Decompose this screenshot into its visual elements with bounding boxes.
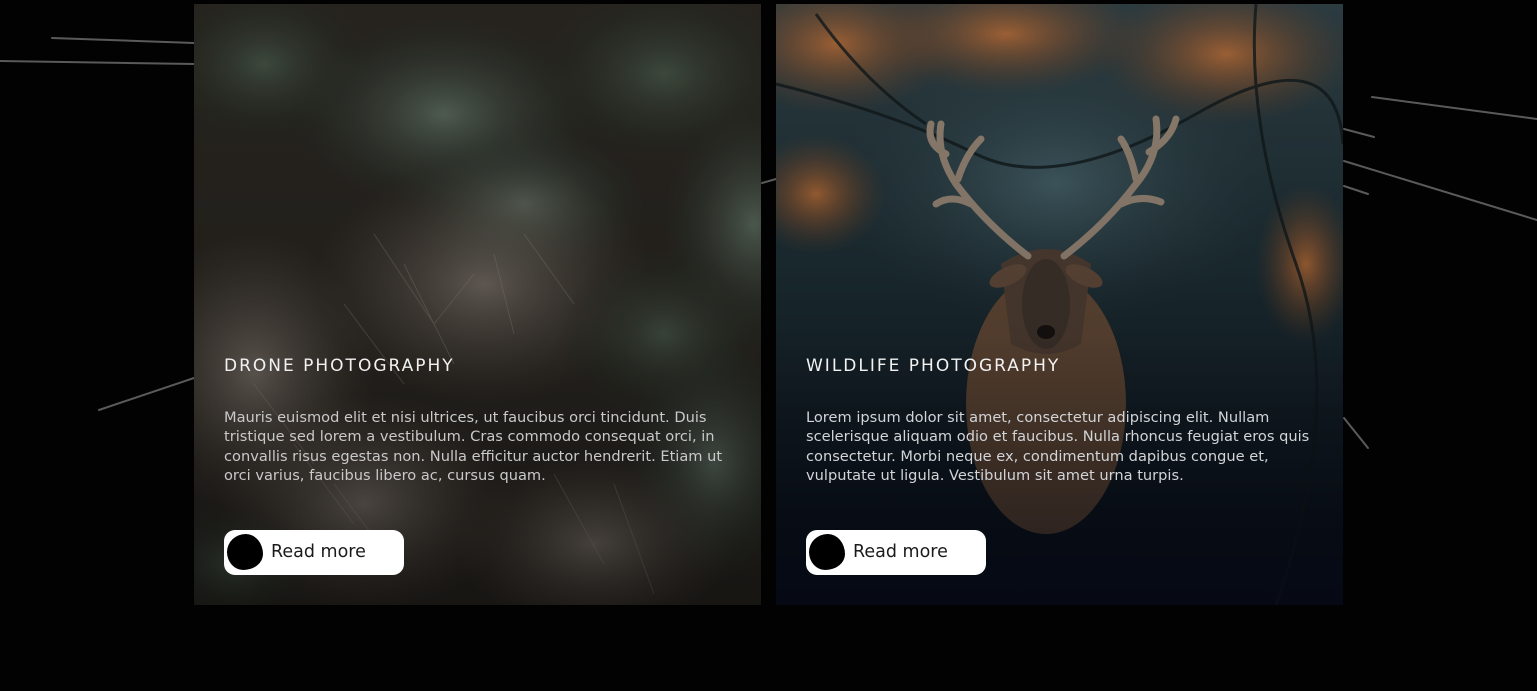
read-more-button[interactable]: Read more xyxy=(806,530,986,575)
page-background: DRONE PHOTOGRAPHY Mauris euismod elit et… xyxy=(0,0,1537,691)
read-more-label: Read more xyxy=(271,542,366,562)
card-wildlife-photography: WILDLIFE PHOTOGRAPHY Lorem ipsum dolor s… xyxy=(776,4,1343,605)
read-more-label: Read more xyxy=(853,542,948,562)
card-description: Mauris euismod elit et nisi ultrices, ut… xyxy=(224,409,723,485)
card-title: WILDLIFE PHOTOGRAPHY xyxy=(806,356,1061,376)
card-drone-photography: DRONE PHOTOGRAPHY Mauris euismod elit et… xyxy=(194,4,761,605)
blob-icon xyxy=(809,534,845,570)
blob-icon xyxy=(227,534,263,570)
card-description: Lorem ipsum dolor sit amet, consectetur … xyxy=(806,409,1310,485)
stag-in-forest-photo xyxy=(776,4,1343,605)
aerial-forest-photo xyxy=(194,4,761,605)
card-title: DRONE PHOTOGRAPHY xyxy=(224,356,455,376)
read-more-button[interactable]: Read more xyxy=(224,530,404,575)
